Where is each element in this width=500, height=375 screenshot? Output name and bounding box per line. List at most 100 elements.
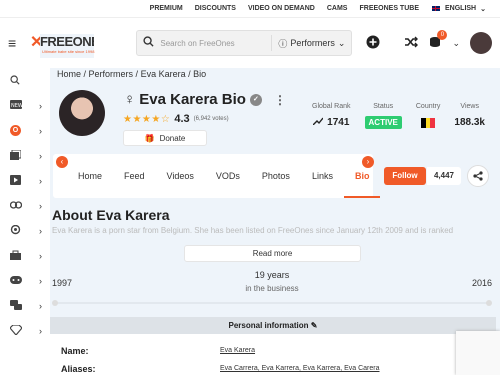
tab-home[interactable]: Home <box>67 154 113 198</box>
more-options-icon[interactable]: ⋮ <box>274 93 286 107</box>
sidebar-item-forum[interactable]: › <box>0 293 50 318</box>
search-filter-dropdown[interactable]: ⓘ Performers ⌄ <box>278 37 345 50</box>
stat-label: Status <box>373 103 394 110</box>
career-years: 19 years <box>254 270 290 280</box>
shop-icon <box>10 250 21 262</box>
user-avatar[interactable] <box>470 32 492 54</box>
sidebar-item-search[interactable] <box>0 68 50 93</box>
language-label: ENGLISH <box>445 5 477 12</box>
chevron-down-icon: ⌄ <box>480 5 486 13</box>
chevron-right-icon: › <box>39 225 42 236</box>
search-icon[interactable] <box>143 36 154 50</box>
chevron-right-icon: › <box>39 200 42 211</box>
site-header: ≡ ✕ FREEONES Ultimate babe site since 19… <box>0 18 500 68</box>
search-bar[interactable]: Search on FreeOnes ⓘ Performers ⌄ <box>136 30 353 56</box>
global-rank-value: 1741 <box>327 117 350 128</box>
sidebar-item-shop[interactable]: › <box>0 243 50 268</box>
logo-tagline: Ultimate babe site since 1998 <box>41 49 95 54</box>
stat-label: Views <box>460 103 479 110</box>
chevron-right-icon: › <box>39 125 42 136</box>
sidebar-item-freeones[interactable]: O › <box>0 118 50 143</box>
sidebar-item-videos[interactable]: › <box>0 168 50 193</box>
tab-feed[interactable]: Feed <box>113 154 156 198</box>
breadcrumb-performer[interactable]: Eva Karera <box>141 69 186 79</box>
sidebar-item-games[interactable]: › <box>0 268 50 293</box>
chevron-right-icon: › <box>39 150 42 161</box>
sidebar-item-premium[interactable]: › <box>0 318 50 343</box>
header-actions: 0 ⌄ <box>366 29 492 54</box>
timeline-bar <box>55 302 489 304</box>
profile-avatar[interactable] <box>59 90 105 136</box>
language-selector[interactable]: ENGLISH ⌄ <box>431 5 486 13</box>
rating-score: 4.3 <box>174 113 190 125</box>
stat-views: Views 188.3k <box>454 103 485 130</box>
chevron-right-icon[interactable]: › <box>362 156 374 168</box>
read-more-button[interactable]: Read more <box>184 245 361 262</box>
personal-info-header: Personal information ✎ <box>50 317 496 334</box>
belgium-flag-icon[interactable] <box>421 117 436 128</box>
about-text: Eva Karera is a porn star from Belgium. … <box>52 226 454 235</box>
add-icon[interactable] <box>366 35 380 52</box>
tab-list: ‹ Home Feed Videos VODs Photos Links Bio… <box>53 154 381 198</box>
status-badge: ACTIVE <box>364 116 402 129</box>
aliases-label: Aliases: <box>61 364 96 374</box>
timeline-end-dot <box>486 300 492 306</box>
trend-icon <box>312 117 324 128</box>
videos-icon <box>10 174 21 187</box>
stat-label: Global Rank <box>312 103 351 110</box>
follow-button[interactable]: Follow <box>384 167 426 185</box>
name-value-link[interactable]: Eva Karera <box>220 347 255 354</box>
stat-country: Country <box>416 103 440 130</box>
uk-flag-icon <box>431 5 441 12</box>
personal-info-table: Name: Eva Karera Aliases: Eva Carrera, E… <box>50 334 496 375</box>
sidebar-item-cams[interactable]: › <box>0 218 50 243</box>
chevron-down-icon[interactable]: ⌄ <box>452 38 460 49</box>
breadcrumb-performers[interactable]: Performers <box>89 69 134 79</box>
career-timeline: 1997 19 years in the business 2016 <box>52 268 492 306</box>
search-icon <box>10 74 20 87</box>
photos-icon <box>10 149 22 162</box>
freeones-logo[interactable]: ✕ FREEONES Ultimate babe site since 1998 <box>30 28 94 58</box>
breadcrumb-home[interactable]: Home <box>57 69 81 79</box>
coins-icon[interactable]: 0 <box>428 29 448 52</box>
notification-badge: 0 <box>437 29 448 40</box>
topbar-link-vod[interactable]: VIDEO ON DEMAND <box>248 5 315 12</box>
tab-photos[interactable]: Photos <box>251 154 301 198</box>
forum-icon <box>10 299 22 312</box>
topbar-link-cams[interactable]: CAMS <box>327 5 348 12</box>
tab-videos[interactable]: Videos <box>156 154 205 198</box>
donate-button[interactable]: 🎁 Donate <box>123 130 207 146</box>
edit-icon[interactable]: ✎ <box>311 321 318 330</box>
about-title: About Eva Karera <box>52 207 170 223</box>
links-icon <box>9 200 23 211</box>
recaptcha-badge[interactable] <box>456 331 500 375</box>
chevron-down-icon: ⌄ <box>337 37 346 48</box>
sidebar-item-photos[interactable]: › <box>0 143 50 168</box>
rating[interactable]: ★★★★☆ 4.3 (6,942 votes) <box>123 113 229 125</box>
gift-icon: 🎁 <box>144 133 155 143</box>
stat-global-rank: Global Rank 1741 <box>312 103 351 130</box>
topbar-link-premium[interactable]: PREMIUM <box>150 5 183 12</box>
career-subtitle: in the business <box>245 284 299 293</box>
tab-vods[interactable]: VODs <box>205 154 251 198</box>
menu-icon[interactable]: ≡ <box>8 36 22 50</box>
sidebar-item-links[interactable]: › <box>0 193 50 218</box>
stat-status: Status ACTIVE <box>364 103 402 130</box>
tab-links[interactable]: Links <box>301 154 344 198</box>
shuffle-icon[interactable] <box>404 36 419 51</box>
aliases-value-links[interactable]: Eva Carrera, Eva Karrera, Eva Karrera, E… <box>220 365 380 372</box>
page-title: ♀ Eva Karera Bio ✓ ⋮ <box>124 91 286 108</box>
rating-stars[interactable]: ★★★★☆ <box>123 114 170 125</box>
chevron-left-icon[interactable]: ‹ <box>56 156 68 168</box>
topbar-link-tube[interactable]: FREEONES TUBE <box>359 5 419 12</box>
followers-count: 4,447 <box>427 167 461 185</box>
sidebar-item-new[interactable]: NEW › <box>0 93 50 118</box>
search-input[interactable]: Search on FreeOnes <box>160 39 265 48</box>
share-icon[interactable] <box>467 165 489 187</box>
info-icon: ⓘ <box>278 38 288 49</box>
chevron-right-icon: › <box>39 275 42 286</box>
chevron-right-icon: › <box>39 175 42 186</box>
rating-votes: (6,942 votes) <box>193 116 229 122</box>
topbar-link-discounts[interactable]: DISCOUNTS <box>195 5 236 12</box>
breadcrumb-bio: Bio <box>193 69 207 79</box>
